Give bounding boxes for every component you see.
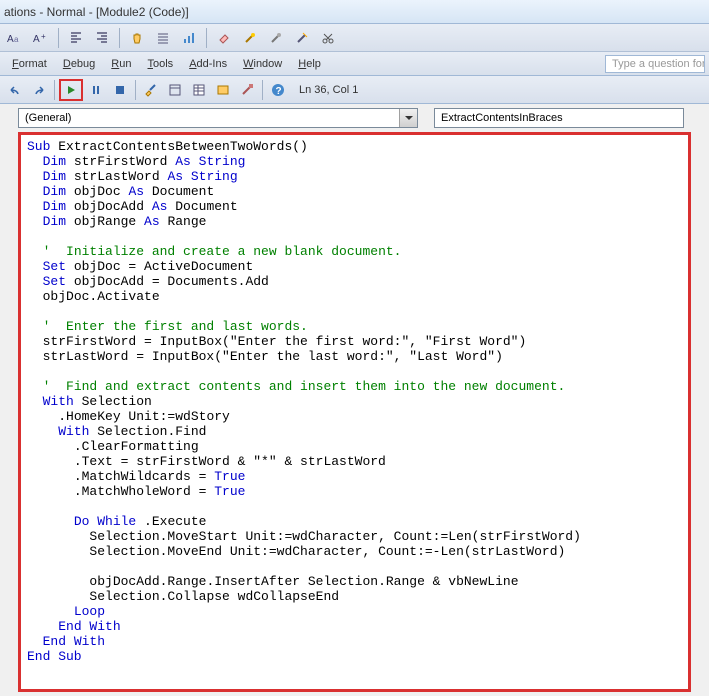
wand2-icon[interactable] [265, 27, 287, 49]
menu-format[interactable]: Format [4, 55, 55, 73]
menu-run[interactable]: Run [103, 55, 139, 73]
indent-right-icon[interactable] [91, 27, 113, 49]
wand3-icon[interactable] [291, 27, 313, 49]
lines-icon[interactable] [152, 27, 174, 49]
menubar: Format Debug Run Tools Add-Ins Window He… [0, 52, 709, 76]
titlebar: ations - Normal - [Module2 (Code)] [0, 0, 709, 24]
menu-help[interactable]: Help [290, 55, 329, 73]
menu-debug[interactable]: Debug [55, 55, 103, 73]
toolbox-icon[interactable] [236, 79, 258, 101]
svg-text:A: A [7, 34, 14, 45]
wand-icon[interactable] [239, 27, 261, 49]
object-dropdown-value: (General) [19, 112, 399, 124]
properties-icon[interactable] [188, 79, 210, 101]
run-button[interactable] [59, 79, 83, 101]
cursor-position: Ln 36, Col 1 [299, 84, 358, 96]
chart-icon[interactable] [178, 27, 200, 49]
redo-icon[interactable] [28, 79, 50, 101]
svg-text:?: ? [276, 86, 282, 97]
menu-addins[interactable]: Add-Ins [181, 55, 235, 73]
indent-left-icon[interactable] [65, 27, 87, 49]
hand-icon[interactable] [126, 27, 148, 49]
object-browser-icon[interactable] [212, 79, 234, 101]
svg-text:a: a [14, 35, 19, 44]
design-mode-icon[interactable] [140, 79, 162, 101]
format-toolbar: Aa A+ [0, 24, 709, 52]
aplus-icon[interactable]: A+ [30, 27, 52, 49]
code-dropdowns: (General) ExtractContentsInBraces [0, 104, 709, 132]
aa-icon[interactable]: Aa [4, 27, 26, 49]
eraser-icon[interactable] [213, 27, 235, 49]
menu-tools[interactable]: Tools [140, 55, 182, 73]
help-search-input[interactable]: Type a question for h [605, 55, 705, 73]
code-highlight-border: Sub ExtractContentsBetweenTwoWords() Dim… [18, 132, 691, 692]
object-dropdown[interactable]: (General) [18, 108, 418, 128]
pause-icon[interactable] [85, 79, 107, 101]
help-icon[interactable]: ? [267, 79, 289, 101]
stop-icon[interactable] [109, 79, 131, 101]
procedure-dropdown[interactable]: ExtractContentsInBraces [434, 108, 684, 128]
standard-toolbar: ? Ln 36, Col 1 [0, 76, 709, 104]
chevron-down-icon[interactable] [399, 109, 417, 127]
svg-text:+: + [41, 32, 46, 41]
menu-window[interactable]: Window [235, 55, 290, 73]
code-editor[interactable]: Sub ExtractContentsBetweenTwoWords() Dim… [21, 135, 688, 689]
procedure-dropdown-value: ExtractContentsInBraces [435, 112, 683, 124]
svg-text:A: A [33, 34, 40, 45]
scissors-icon[interactable] [317, 27, 339, 49]
project-explorer-icon[interactable] [164, 79, 186, 101]
undo-icon[interactable] [4, 79, 26, 101]
window-title: ations - Normal - [Module2 (Code)] [4, 5, 189, 19]
